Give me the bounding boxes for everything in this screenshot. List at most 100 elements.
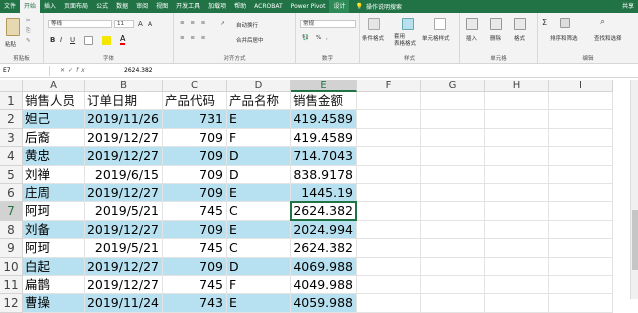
empty-cell[interactable] [549, 147, 613, 166]
empty-cell[interactable] [549, 294, 613, 313]
table-cell[interactable]: 745 [163, 239, 227, 258]
number-format-select[interactable]: 常规 [300, 20, 356, 28]
horizontal-align-icons[interactable]: ≡ ≡ ≡ [180, 35, 207, 41]
table-cell[interactable]: 1445.19 [291, 184, 357, 203]
empty-cell[interactable] [421, 92, 485, 111]
wrap-text-button[interactable]: 自动换行 [236, 21, 258, 29]
tab-1[interactable]: 开始 [20, 0, 41, 13]
worksheet-grid[interactable]: A B C D E F G H I 1 销售人员 订单日期 产品代码 产品名称 销售金额 2 妲己 2019/11… [0, 80, 638, 313]
share-button[interactable]: 共享 [622, 0, 634, 13]
empty-cell[interactable] [357, 110, 421, 129]
cell-styles-icon[interactable] [434, 18, 446, 30]
borders-icon[interactable] [84, 36, 93, 45]
table-cell[interactable]: 2019/12/27 [85, 128, 163, 148]
row-header[interactable]: 7 [0, 202, 23, 221]
row-header[interactable]: 11 [0, 276, 23, 295]
table-cell[interactable]: 黄忠 [23, 147, 85, 166]
empty-cell[interactable] [549, 110, 613, 129]
empty-cell[interactable] [485, 165, 549, 184]
column-header-I[interactable]: I [549, 80, 613, 92]
formula-input[interactable]: 2624.382 [124, 66, 153, 76]
empty-cell[interactable] [357, 165, 421, 184]
row-header[interactable]: 3 [0, 128, 23, 148]
empty-cell[interactable] [357, 257, 421, 276]
row-header[interactable]: 8 [0, 220, 23, 240]
table-cell[interactable]: 阿珂 [23, 239, 85, 258]
empty-cell[interactable] [421, 294, 485, 313]
empty-cell[interactable] [485, 184, 549, 203]
scrollbar-thumb[interactable] [632, 210, 638, 270]
table-cell[interactable]: 419.4589 [291, 128, 357, 148]
select-all-corner[interactable] [0, 80, 23, 92]
column-header-F[interactable]: F [357, 80, 421, 92]
format-button[interactable]: 格式 [514, 34, 525, 42]
table-cell[interactable]: 后裔 [23, 128, 85, 148]
empty-cell[interactable] [357, 239, 421, 258]
empty-cell[interactable] [421, 184, 485, 203]
tab-5[interactable]: 数据 [112, 0, 132, 13]
table-cell[interactable]: C [227, 239, 291, 258]
font-color-button[interactable]: A [120, 35, 126, 45]
table-cell[interactable]: 庄周 [23, 184, 85, 203]
empty-cell[interactable] [357, 202, 421, 221]
empty-cell[interactable] [485, 276, 549, 295]
empty-cell[interactable] [421, 128, 485, 148]
table-cell[interactable]: 曹操 [23, 294, 85, 313]
empty-cell[interactable] [485, 202, 549, 221]
empty-cell[interactable] [421, 165, 485, 184]
table-cell[interactable]: 714.7043 [291, 147, 357, 166]
vertical-scrollbar[interactable] [630, 80, 638, 299]
insert-cells-icon[interactable] [466, 18, 478, 30]
empty-cell[interactable] [357, 128, 421, 148]
tab-13[interactable]: 设计 [329, 0, 350, 13]
column-header-A[interactable]: A [23, 80, 85, 92]
table-cell[interactable]: 709 [163, 184, 227, 203]
sort-filter-icon[interactable] [560, 18, 570, 28]
column-header-E[interactable]: E [291, 80, 357, 92]
row-header[interactable]: 1 [0, 92, 23, 111]
table-cell[interactable]: 扁鹊 [23, 276, 85, 295]
table-cell[interactable]: E [227, 294, 291, 313]
merge-center-button[interactable]: 合并后居中 [236, 36, 264, 44]
empty-cell[interactable] [485, 128, 549, 148]
table-header-cell[interactable]: 产品名称 [227, 92, 291, 111]
table-cell[interactable]: 2019/12/27 [85, 147, 163, 166]
table-header-cell[interactable]: 产品代码 [163, 92, 227, 111]
table-cell[interactable]: F [227, 128, 291, 148]
conditional-formatting-icon[interactable] [368, 18, 380, 30]
fx-button[interactable]: fx [76, 67, 88, 74]
table-cell[interactable]: 刘备 [23, 220, 85, 240]
autosum-icon[interactable]: Σ [542, 18, 547, 27]
format-painter-icon[interactable]: ✎ [26, 38, 31, 44]
bold-button[interactable]: B [50, 36, 55, 44]
format-as-table-icon[interactable] [402, 18, 414, 30]
table-cell[interactable]: D [227, 257, 291, 276]
row-header[interactable]: 4 [0, 147, 23, 166]
table-cell[interactable]: 743 [163, 294, 227, 313]
sort-filter-button[interactable]: 排序和筛选 [550, 34, 578, 42]
table-header-cell[interactable]: 销售人员 [23, 92, 85, 111]
tab-7[interactable]: 视图 [152, 0, 172, 13]
find-select-button[interactable]: 查找和选择 [594, 34, 622, 42]
empty-cell[interactable] [549, 257, 613, 276]
tab-0[interactable]: 文件 [0, 0, 20, 13]
table-cell[interactable]: E [227, 184, 291, 203]
empty-cell[interactable] [549, 92, 613, 111]
font-name-select[interactable]: 等线 [48, 20, 112, 28]
table-cell[interactable]: E [227, 220, 291, 240]
table-cell[interactable]: 4059.988 [291, 294, 357, 313]
row-header[interactable]: 10 [0, 257, 23, 276]
table-header-cell[interactable]: 销售金额 [291, 92, 357, 111]
row-header[interactable]: 6 [0, 184, 23, 203]
tab-8[interactable]: 开发工具 [172, 0, 204, 13]
delete-button[interactable]: 删除 [490, 34, 501, 42]
formula-buttons[interactable]: ✕✓fx [60, 66, 88, 76]
tab-6[interactable]: 审阅 [132, 0, 152, 13]
paste-icon[interactable] [6, 18, 20, 36]
column-header-C[interactable]: C [163, 80, 227, 92]
shrink-font-button[interactable]: A [148, 21, 152, 28]
table-cell[interactable]: 838.9178 [291, 165, 357, 184]
name-box[interactable]: E7 [0, 66, 50, 76]
table-cell[interactable]: 阿珂 [23, 202, 85, 221]
format-cells-icon[interactable] [514, 18, 526, 30]
